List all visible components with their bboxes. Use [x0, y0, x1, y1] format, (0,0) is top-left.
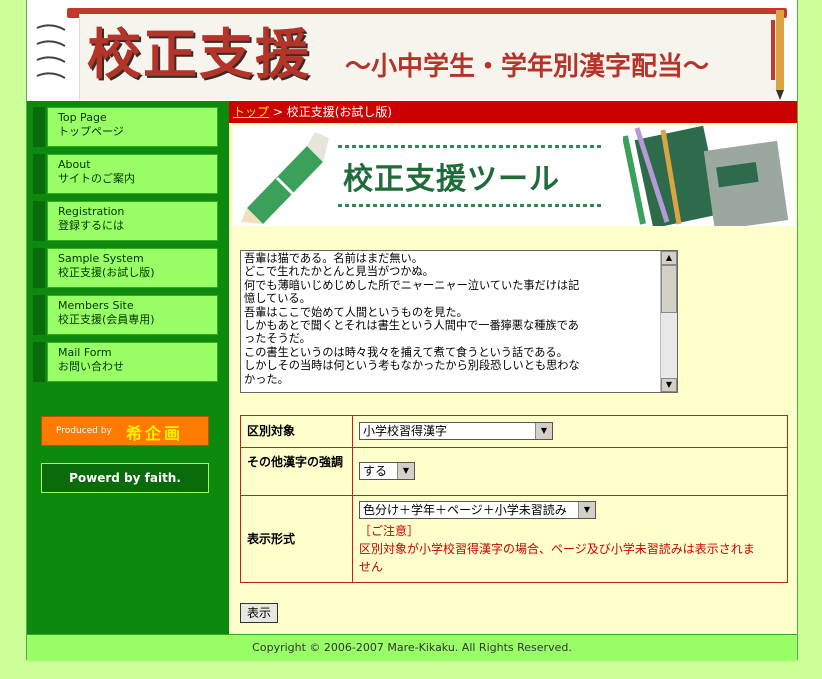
nav-label-ja: 登録するには [58, 219, 124, 232]
option-label: 表示形式 [241, 496, 353, 582]
sidebar-item-about[interactable]: About サイトのご案内 [33, 154, 218, 194]
select-value: 小学校習得漢字 [363, 424, 448, 438]
text-line: 吾輩は猫である。名前はまだ無い。 [244, 252, 423, 265]
textarea-content: 吾輩は猫である。名前はまだ無い。 どこで生れたかとんと見当がつかぬ。 何でも薄暗… [244, 252, 660, 386]
nav-marker [33, 154, 45, 194]
site-subtitle: ～小中学生・学年別漢字配当～ [345, 52, 710, 82]
chevron-down-icon[interactable]: ▼ [578, 502, 595, 518]
sidebar-item-top-page[interactable]: Top Page トップページ [33, 107, 218, 147]
nav-label-en: Registration [58, 205, 125, 218]
nav-link-box[interactable]: Sample System 校正支援(お試し版) [47, 248, 218, 288]
nav-marker [33, 248, 45, 288]
nav-label-ja: 校正支援(お試し版) [58, 266, 155, 279]
banner-rule [338, 204, 603, 207]
produced-by-banner[interactable]: Produced by 希企画 [41, 416, 209, 446]
page: 校正支援 ～小中学生・学年別漢字配当～ Top Page トップページ Abou… [26, 0, 798, 661]
breadcrumb-home-link[interactable]: トップ [233, 105, 269, 119]
scroll-down-arrow-icon[interactable]: ▼ [661, 378, 677, 392]
text-line: しかもあとで聞くとそれは書生という人間中で一番獰悪な種族であ [244, 319, 579, 333]
format-select[interactable]: 色分け＋学年＋ページ＋小学未習読み ▼ [359, 501, 596, 519]
sidebar-item-mail-form[interactable]: Mail Form お問い合わせ [33, 342, 218, 382]
option-row-target: 区別対象 小学校習得漢字 ▼ [241, 416, 787, 448]
nav-marker [33, 342, 45, 382]
sidebar-item-members-site[interactable]: Members Site 校正支援(会員専用) [33, 295, 218, 335]
nav-link-box[interactable]: Top Page トップページ [47, 107, 218, 147]
text-line: 吾輩はここで始めて人間というものを見た。 [244, 305, 468, 319]
spiral-rings-icon [36, 24, 66, 79]
powered-by-banner[interactable]: Powerd by faith. [41, 463, 209, 493]
select-value: する [363, 464, 388, 478]
option-label: 区別対象 [241, 416, 353, 447]
text-line: 何でも薄暗いじめじめした所でニャーニャー泣いていた事だけは記 [244, 278, 580, 292]
nav-marker [33, 201, 45, 241]
nav-label-en: Members Site [58, 299, 134, 312]
scroll-thumb[interactable] [661, 265, 677, 313]
options-table: 区別対象 小学校習得漢字 ▼ その他漢字の強調 する ▼ 表示形式 色分け＋学年… [240, 415, 788, 583]
text-line: ったそうだ。 [244, 332, 311, 346]
breadcrumb: トップ > 校正支援(お試し版) [229, 101, 797, 123]
produced-by-name: 希企画 [126, 424, 184, 443]
nav-link-box[interactable]: Mail Form お問い合わせ [47, 342, 218, 382]
nav-label-ja: トップページ [58, 125, 124, 138]
text-line: かった。 [244, 372, 289, 386]
nav-marker [33, 295, 45, 335]
option-row-format: 表示形式 色分け＋学年＋ページ＋小学未習読み ▼ ［ご注意］ 区別対象が小学校習… [241, 496, 787, 582]
nav-link-box[interactable]: Members Site 校正支援(会員専用) [47, 295, 218, 335]
chevron-down-icon[interactable]: ▼ [397, 463, 414, 479]
sidebar-item-registration[interactable]: Registration 登録するには [33, 201, 218, 241]
site-title: 校正支援 [87, 22, 311, 86]
emphasis-select[interactable]: する ▼ [359, 462, 415, 480]
note-text-line1: 区別対象が小学校習得漢字の場合、ページ及び小学未習読みは表示されま [359, 542, 755, 556]
text-line: この書生というのは時々我々を捕えて煮て食うという話である。 [244, 345, 568, 359]
breadcrumb-separator: > [269, 105, 287, 119]
text-line: しかしその当時は何という考もなかったから別段恐しいとも思わな [244, 359, 580, 373]
site-header: 校正支援 ～小中学生・学年別漢字配当～ [27, 0, 797, 101]
nav-label-en: About [58, 158, 91, 171]
nav-label-en: Top Page [58, 111, 107, 124]
main-content: トップ > 校正支援(お試し版) 校正支援ツール 吾輩は猫である。名前はまだ無い… [229, 101, 797, 634]
pencil-icon [241, 132, 329, 224]
banner-rule [338, 145, 603, 148]
chevron-down-icon[interactable]: ▼ [535, 423, 552, 439]
header-pencil-icon [771, 10, 784, 100]
site-footer: Copyright © 2006-2007 Mare-Kikaku. All R… [27, 634, 797, 661]
nav-label-ja: 校正支援(会員専用) [58, 313, 155, 326]
nav-link-box[interactable]: About サイトのご案内 [47, 154, 218, 194]
select-value: 色分け＋学年＋ページ＋小学未習読み [363, 503, 567, 517]
banner-title: 校正支援ツール [343, 162, 560, 197]
nav-label-ja: サイトのご案内 [58, 172, 135, 185]
textarea-scrollbar[interactable]: ▲ ▼ [660, 251, 677, 392]
text-line: 憶している。 [244, 292, 311, 306]
proofread-textarea[interactable]: 吾輩は猫である。名前はまだ無い。 どこで生れたかとんと見当がつかぬ。 何でも薄暗… [240, 250, 678, 393]
nav-link-box[interactable]: Registration 登録するには [47, 201, 218, 241]
left-sidebar: Top Page トップページ About サイトのご案内 Registrati… [27, 101, 229, 634]
option-label: その他漢字の強調 [241, 448, 353, 495]
scroll-up-arrow-icon[interactable]: ▲ [661, 251, 677, 265]
target-select[interactable]: 小学校習得漢字 ▼ [359, 422, 553, 440]
option-row-emphasis: その他漢字の強調 する ▼ [241, 448, 787, 496]
tool-banner: 校正支援ツール [233, 126, 795, 226]
produced-by-label: Produced by [56, 426, 112, 436]
display-button[interactable]: 表示 [240, 603, 278, 623]
nav-label-en: Sample System [58, 252, 144, 265]
notebooks-icon [623, 126, 789, 226]
sidebar-item-sample-system[interactable]: Sample System 校正支援(お試し版) [33, 248, 218, 288]
text-line: どこで生れたかとんと見当がつかぬ。 [244, 265, 434, 279]
nav-marker [33, 107, 45, 147]
note-text-line2: せん [359, 560, 384, 574]
breadcrumb-current: 校正支援(お試し版) [286, 105, 393, 119]
nav-label-ja: お問い合わせ [58, 360, 124, 373]
nav-label-en: Mail Form [58, 346, 112, 359]
note-title: ［ご注意］ [359, 524, 420, 538]
